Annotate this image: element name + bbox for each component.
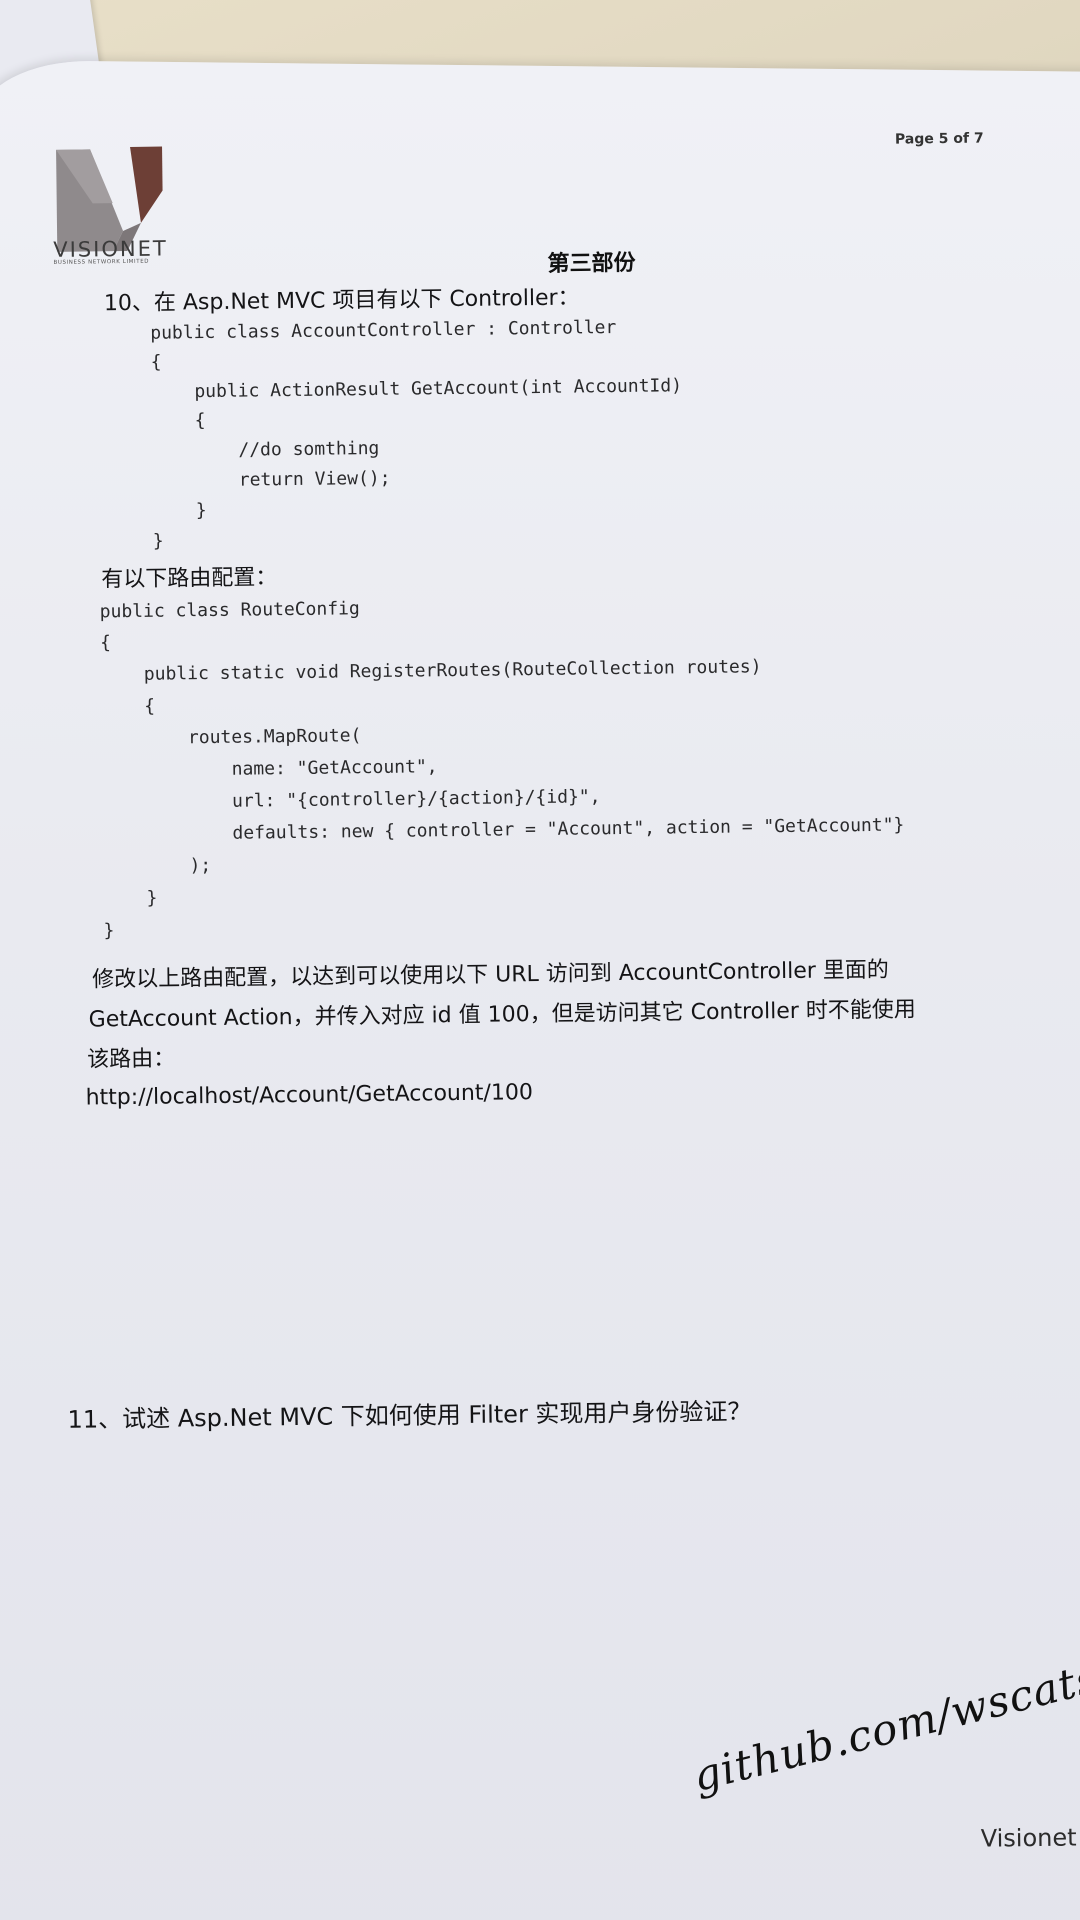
task-line: 该路由： (87, 1046, 176, 1073)
code-line: ); (102, 855, 212, 878)
code-line: { (100, 695, 156, 718)
target-url: http://localhost/Account/GetAccount/100 (85, 1080, 534, 1111)
code-line: { (150, 351, 162, 373)
section-title: 第三部份 (547, 250, 636, 277)
footer-text: Visionet T (980, 1823, 1080, 1853)
logo-subtext: BUSINESS NETWORK LIMITED (53, 258, 150, 266)
page-number: Page 5 of 7 (894, 130, 984, 148)
question-10-intro: 10、在 Asp.Net MVC 项目有以下 Controller： (103, 285, 580, 317)
page-content: VISIONET BUSINESS NETWORK LIMITED Page 5… (0, 0, 1080, 1920)
task-line: GetAccount Action，并传入对应 id 值 100，但是访问其它 … (88, 997, 916, 1033)
code-line: return View(); (151, 467, 391, 492)
code-line: public ActionResult GetAccount(int Accou… (150, 375, 683, 403)
route-intro: 有以下路由配置： (101, 565, 278, 593)
code-line: } (152, 500, 207, 522)
code-line: //do somthing (151, 437, 380, 462)
question-11: 11、试述 Asp.Net MVC 下如何使用 Filter 实现用户身份验证？ (67, 1397, 752, 1434)
code-line: routes.MapRoute( (101, 725, 362, 750)
code-line: } (103, 887, 158, 910)
code-line: defaults: new { controller = "Account", … (102, 814, 905, 846)
task-line: 修改以上路由配置，以达到可以使用以下 URL 访问到 AccountContro… (92, 957, 889, 993)
code-line: url: "{controller}/{action}/{id}", (101, 786, 601, 814)
code-line: } (152, 530, 164, 552)
logo-wordmark: VISIONET (53, 236, 168, 262)
code-line: public static void RegisterRoutes(RouteC… (100, 656, 762, 686)
code-line: public class RouteConfig (99, 598, 360, 623)
code-line: name: "GetAccount", (101, 756, 438, 782)
code-line: { (99, 632, 112, 654)
code-line: } (103, 920, 115, 942)
code-line: public class AccountController : Control… (150, 317, 617, 344)
code-line: { (151, 410, 206, 432)
